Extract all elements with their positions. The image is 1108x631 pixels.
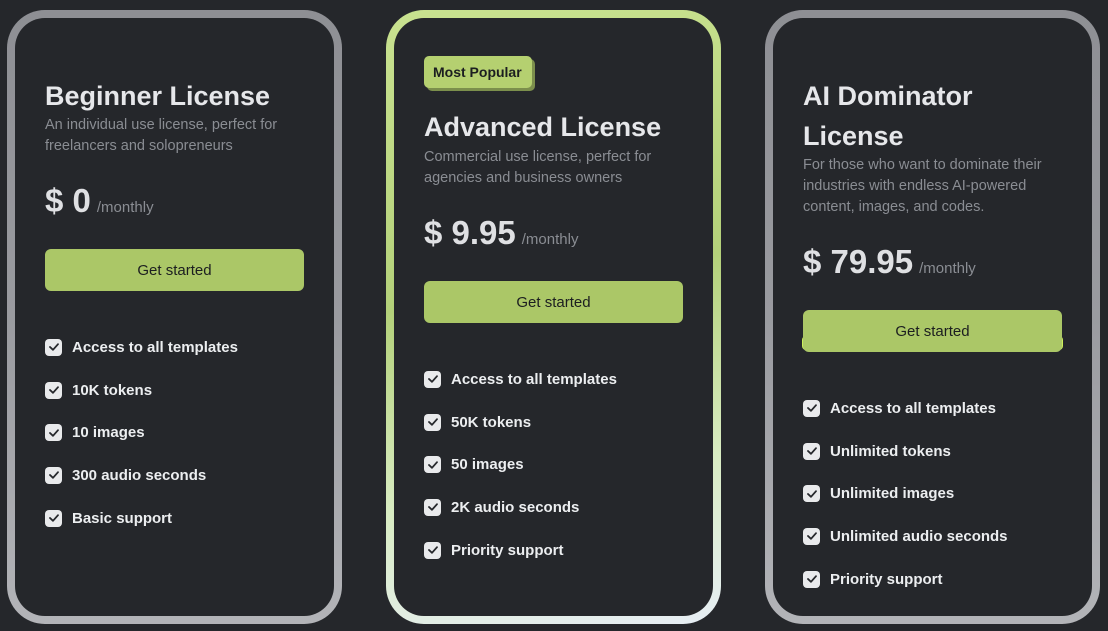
plan-card-body: Beginner License An individual use licen… (15, 18, 334, 616)
plan-price: $ 9.95 /monthly (424, 214, 578, 252)
feature-label: Priority support (830, 570, 943, 588)
feature-list: Access to all templates Unlimited tokens… (803, 387, 1008, 600)
feature-label: 2K audio seconds (451, 498, 580, 516)
plan-card-ai-dominator: AI Dominator License For those who want … (765, 10, 1100, 624)
feature-label: 300 audio seconds (72, 466, 207, 484)
feature-item: Unlimited tokens (803, 430, 1008, 473)
plan-title: Beginner License (45, 81, 271, 111)
feature-item: 50 images (424, 443, 617, 486)
check-icon (424, 541, 441, 559)
feature-item: Priority support (424, 529, 617, 572)
feature-label: Priority support (451, 541, 564, 559)
feature-label: Basic support (72, 509, 173, 527)
check-icon (803, 442, 820, 460)
plan-description: Commercial use license, perfect for agen… (424, 149, 652, 186)
feature-label: Access to all templates (830, 399, 996, 417)
plan-price: $ 0 /monthly (45, 182, 154, 220)
check-icon (803, 485, 820, 503)
price-amount: $ 79.95 (803, 243, 914, 280)
get-started-button[interactable]: Get started (45, 249, 304, 291)
feature-item: Priority support (803, 558, 1008, 601)
most-popular-badge: Most Popular (424, 56, 532, 88)
feature-item: 50K tokens (424, 401, 617, 444)
plan-description: For those who want to dominate their ind… (803, 157, 1042, 215)
feature-item: 2K audio seconds (424, 486, 617, 529)
feature-label: Unlimited audio seconds (830, 527, 1008, 545)
price-amount: $ 9.95 (424, 214, 516, 251)
check-icon (803, 570, 820, 588)
get-started-button[interactable]: Get started (803, 310, 1062, 352)
plan-title: Advanced License (424, 112, 662, 142)
check-icon (45, 338, 62, 356)
feature-label: 10K tokens (72, 381, 153, 399)
price-period: /monthly (919, 260, 976, 277)
feature-label: Unlimited tokens (830, 442, 951, 460)
check-icon (45, 381, 62, 399)
feature-item: Unlimited audio seconds (803, 515, 1008, 558)
check-icon (424, 456, 441, 474)
check-icon (424, 498, 441, 516)
feature-item: Basic support (45, 497, 238, 540)
plan-description: An individual use license, perfect for f… (45, 117, 278, 154)
check-icon (803, 527, 820, 545)
check-icon (424, 370, 441, 388)
plan-card-beginner: Beginner License An individual use licen… (7, 10, 342, 624)
price-period: /monthly (96, 199, 154, 216)
feature-label: Unlimited images (830, 485, 955, 503)
check-icon (45, 466, 62, 484)
plan-card-body: Most Popular Advanced License Commercial… (394, 18, 713, 616)
feature-item: Access to all templates (45, 326, 238, 369)
feature-item: Unlimited images (803, 472, 1008, 515)
check-icon (803, 399, 820, 417)
feature-item: Access to all templates (424, 358, 617, 401)
get-started-button[interactable]: Get started (424, 281, 683, 323)
check-icon (45, 424, 62, 442)
check-icon (45, 509, 62, 527)
feature-label: Access to all templates (451, 370, 617, 388)
feature-list: Access to all templates 10K tokens 10 im… (45, 326, 238, 539)
feature-item: 300 audio seconds (45, 454, 238, 497)
plan-card-advanced: Most Popular Advanced License Commercial… (386, 10, 721, 624)
feature-label: Access to all templates (72, 338, 238, 356)
price-amount: $ 0 (45, 182, 91, 219)
price-period: /monthly (521, 231, 579, 248)
check-icon (424, 413, 441, 431)
plan-card-body: AI Dominator License For those who want … (773, 18, 1092, 616)
feature-list: Access to all templates 50K tokens 50 im… (424, 358, 617, 571)
plan-price: $ 79.95 /monthly (803, 243, 976, 281)
feature-item: 10K tokens (45, 369, 238, 412)
feature-item: Access to all templates (803, 387, 1008, 430)
feature-item: 10 images (45, 411, 238, 454)
feature-label: 50K tokens (451, 413, 532, 431)
plan-title: AI Dominator License (803, 81, 973, 151)
feature-label: 50 images (451, 456, 524, 474)
feature-label: 10 images (72, 424, 145, 442)
